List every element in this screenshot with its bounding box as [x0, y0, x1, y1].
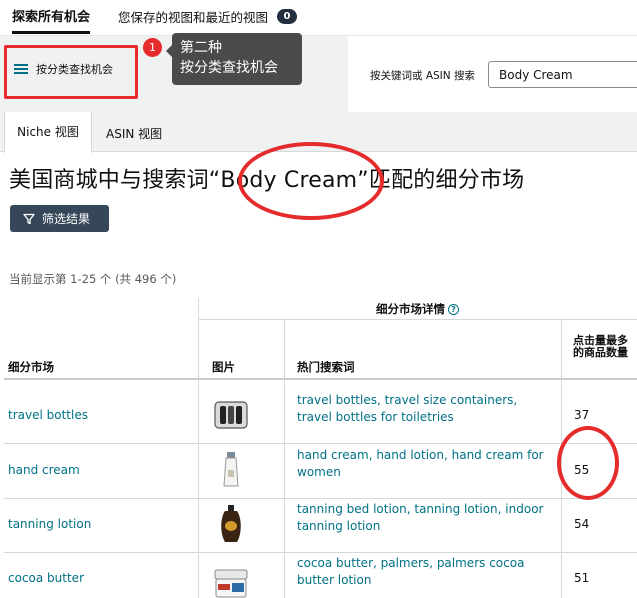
tab-asin-view[interactable]: ASIN 视图 [106, 125, 162, 142]
column-header-image: 图片 [212, 360, 235, 374]
annotation-step-badge: 1 [143, 38, 162, 57]
annotation-tooltip: 第二种 按分类查找机会 [166, 33, 302, 85]
tab-explore-all[interactable]: 探索所有机会 [12, 6, 91, 34]
annotation-highlight-box [4, 45, 138, 99]
table-row: hand cream hand cream, hand lotion, hand… [4, 443, 637, 498]
table-row: travel bottles travel bottles, travel si… [4, 388, 637, 443]
info-icon[interactable]: ? [448, 304, 459, 315]
saved-views-count-badge: 0 [277, 9, 297, 24]
top-tab-bar [0, 0, 637, 36]
header-divider [4, 378, 637, 380]
niche-details-label: 细分市场详情 [376, 302, 445, 316]
search-terms[interactable]: hand cream, hand lotion, hand cream for … [297, 447, 552, 481]
table-row: cocoa butter cocoa butter, palmers, palm… [4, 552, 637, 598]
results-count-text: 当前显示第 1-25 个 (共 496 个) [9, 272, 177, 286]
niche-link[interactable]: travel bottles [8, 408, 88, 422]
niche-details-group-header: 细分市场详情? [198, 298, 637, 320]
annotation-circle-keyword [238, 142, 384, 220]
travel-bottle-case-icon [214, 401, 248, 429]
tab-niche-view[interactable]: Niche 视图 [4, 112, 92, 153]
top-clicked-count: 37 [574, 408, 590, 422]
annotation-circle-count [557, 426, 619, 500]
keyword-search-input[interactable] [488, 61, 637, 88]
tab-saved-views[interactable]: 您保存的视图和最近的视图 [118, 7, 268, 26]
column-header-search-terms[interactable]: 热门搜索词 [297, 359, 355, 375]
niche-table: 细分市场详情? 细分市场 图片 热门搜索词 点击量最多的商品数量 travel … [4, 298, 637, 598]
keyword-search-label: 按关键词或 ASIN 搜索 [370, 70, 475, 82]
top-clicked-count: 54 [574, 517, 590, 531]
tooltip-line-2: 按分类查找机会 [180, 60, 278, 76]
search-terms[interactable]: travel bottles, travel size containers, … [297, 392, 552, 426]
filter-results-button[interactable]: 筛选结果 [10, 205, 109, 232]
niche-link[interactable]: hand cream [8, 463, 80, 477]
column-header-niche[interactable]: 细分市场 [8, 359, 54, 375]
tooltip-line-1: 第二种 [180, 40, 222, 56]
hand-cream-tube-icon [223, 452, 239, 487]
cocoa-butter-jar-icon [214, 569, 248, 598]
niche-link[interactable]: cocoa butter [8, 571, 84, 585]
filter-results-label: 筛选结果 [42, 212, 91, 226]
search-terms[interactable]: tanning bed lotion, tanning lotion, indo… [297, 501, 552, 535]
table-row: tanning lotion tanning bed lotion, tanni… [4, 498, 637, 553]
search-terms[interactable]: cocoa butter, palmers, palmers cocoa but… [297, 555, 552, 589]
niche-link[interactable]: tanning lotion [8, 517, 91, 531]
column-header-top-clicked-count[interactable]: 点击量最多的商品数量 [573, 335, 633, 359]
top-clicked-count: 51 [574, 571, 590, 585]
filter-icon [23, 213, 35, 224]
tanning-bottle-icon [221, 505, 241, 542]
